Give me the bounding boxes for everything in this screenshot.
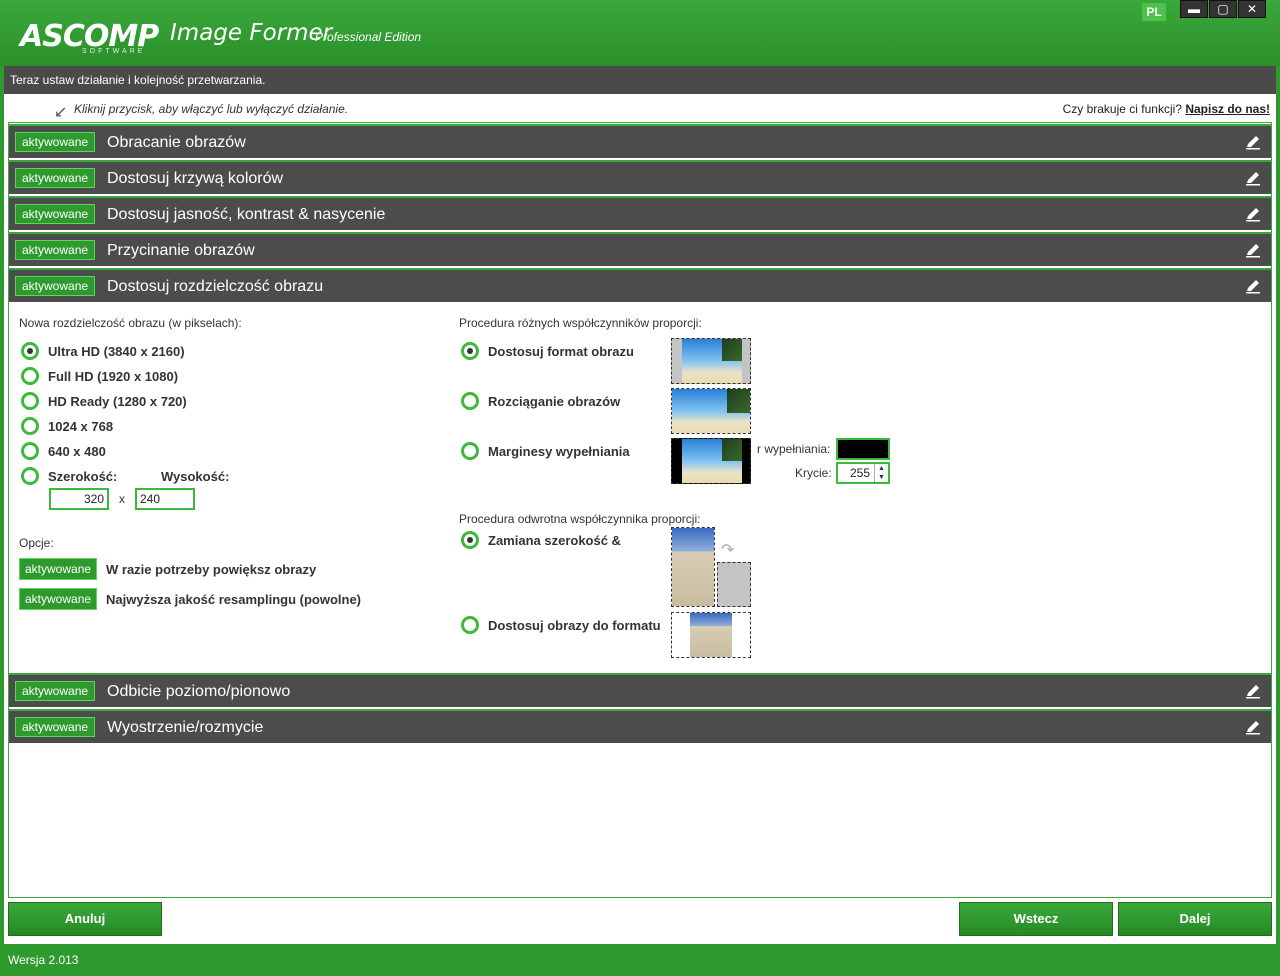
section-flip[interactable]: aktywowane Odbicie poziomo/pionowo (9, 673, 1271, 707)
edit-icon[interactable] (1245, 206, 1261, 222)
radio-swap[interactable] (461, 531, 479, 549)
enlarge-option: W razie potrzeby powiększ obrazy (106, 562, 317, 577)
activated-toggle[interactable]: aktywowane (15, 204, 96, 224)
spinner-arrows-icon[interactable]: ▲ ▼ (874, 464, 888, 482)
swap-arrow-icon: ↷ (721, 542, 735, 559)
width-field[interactable]: 320 (49, 488, 109, 510)
app-title: Image Former (170, 20, 333, 46)
action-list: aktywowane Obracanie obrazów aktywowane … (8, 122, 1272, 898)
minimize-button[interactable]: ▬ (1180, 0, 1208, 18)
section-title: Dostosuj rozdzielczość obrazu (107, 278, 324, 295)
section-title: Dostosuj jasność, kontrast & nasycenie (107, 206, 386, 223)
edit-icon[interactable] (1245, 134, 1261, 150)
radio-custom[interactable] (21, 467, 39, 485)
enlarge-toggle[interactable]: aktywowane (19, 558, 98, 580)
activated-toggle[interactable]: aktywowane (15, 132, 96, 152)
section-sharpen[interactable]: aktywowane Wyostrzenie/rozmycie (9, 709, 1271, 743)
radio-640[interactable] (21, 442, 39, 460)
ascomp-logo: ASCOMP SOFTWARE (20, 18, 159, 56)
preview-swap-portrait (671, 527, 715, 607)
radio-hd-ready[interactable] (21, 392, 39, 410)
option-640: 640 x 480 (48, 444, 106, 459)
opacity-label: Krycie: (795, 466, 832, 480)
close-button[interactable]: ✕ (1238, 0, 1266, 18)
radio-adjust-format[interactable] (461, 342, 479, 360)
version-label: Wersja 2.013 (8, 953, 79, 967)
preview-swap-landscape (717, 562, 751, 607)
title-bar: ASCOMP SOFTWARE Image Former Professiona… (0, 0, 1280, 66)
edit-icon[interactable] (1245, 719, 1261, 735)
language-button[interactable]: PL (1142, 3, 1166, 21)
maximize-button[interactable]: ▢ (1209, 0, 1237, 18)
preview-fill-margins (671, 438, 751, 484)
edit-icon[interactable] (1245, 683, 1261, 699)
radio-fit-format[interactable] (461, 616, 479, 634)
height-field[interactable]: 240 (135, 488, 195, 510)
section-title: Wyostrzenie/rozmycie (107, 719, 264, 736)
section-resolution[interactable]: aktywowane Dostosuj rozdzielczość obrazu (9, 268, 1271, 302)
section-title: Dostosuj krzywą kolorów (107, 170, 284, 187)
radio-1024[interactable] (21, 417, 39, 435)
fill-color-swatch[interactable] (836, 438, 890, 460)
option-stretch: Rozciąganie obrazów (488, 394, 621, 409)
option-1024: 1024 x 768 (48, 419, 114, 434)
missing-feature: Czy brakuje ci funkcji? Napisz do nas! (1063, 102, 1270, 116)
fill-color-label: r wypełniania: (757, 442, 831, 456)
section-rotate[interactable]: aktywowane Obracanie obrazów (9, 124, 1271, 158)
preview-fit-format (671, 612, 751, 658)
width-label: Szerokość: (48, 469, 118, 484)
resolution-settings: Nowa rozdzielczość obrazu (w pikselach):… (9, 304, 1271, 672)
times-sign: x (119, 492, 125, 506)
activated-toggle[interactable]: aktywowane (15, 240, 96, 260)
aspect-label: Procedura różnych współczynników proporc… (459, 316, 702, 330)
section-title: Przycinanie obrazów (107, 242, 255, 259)
resampling-toggle[interactable]: aktywowane (19, 588, 98, 610)
inverse-label: Procedura odwrotna współczynnika proporc… (459, 512, 701, 526)
hint-text: Kliknij przycisk, aby włączyć lub wyłącz… (74, 102, 349, 116)
preview-adjust-format (671, 338, 751, 384)
hint-arrow-icon: ↙ (54, 104, 68, 121)
radio-fill-margins[interactable] (461, 442, 479, 460)
options-label: Opcje: (19, 536, 54, 550)
activated-toggle[interactable]: aktywowane (15, 168, 96, 188)
activated-toggle[interactable]: aktywowane (15, 276, 96, 296)
option-fill-margins: Marginesy wypełniania (488, 444, 630, 459)
height-label: Wysokość: (161, 469, 230, 484)
back-button[interactable]: Wstecz (959, 902, 1113, 936)
section-brightness[interactable]: aktywowane Dostosuj jasność, kontrast & … (9, 196, 1271, 230)
radio-ultra-hd[interactable] (21, 342, 39, 360)
option-full-hd: Full HD (1920 x 1080) (48, 369, 179, 384)
edit-icon[interactable] (1245, 242, 1261, 258)
contact-link[interactable]: Napisz do nas! (1185, 102, 1270, 116)
radio-stretch[interactable] (461, 392, 479, 410)
edit-icon[interactable] (1245, 278, 1261, 294)
main-panel: ↙ Kliknij przycisk, aby włączyć lub wyłą… (4, 94, 1276, 944)
section-title: Obracanie obrazów (107, 134, 246, 151)
app-edition: Professional Edition (315, 30, 422, 44)
edit-icon[interactable] (1245, 170, 1261, 186)
opacity-field[interactable]: 255 ▲ ▼ (836, 462, 890, 484)
opacity-value: 255 (849, 466, 870, 480)
option-hd-ready: HD Ready (1280 x 720) (48, 394, 187, 409)
option-adjust-format: Dostosuj format obrazu (488, 344, 634, 359)
option-fit-format: Dostosuj obrazy do formatu (488, 618, 661, 633)
option-ultra-hd: Ultra HD (3840 x 2160) (48, 344, 185, 359)
section-color-curve[interactable]: aktywowane Dostosuj krzywą kolorów (9, 160, 1271, 194)
activated-toggle[interactable]: aktywowane (15, 681, 96, 701)
resolution-label: Nowa rozdzielczość obrazu (w pikselach): (19, 316, 242, 330)
next-button[interactable]: Dalej (1118, 902, 1272, 936)
preview-stretch (671, 388, 751, 434)
activated-toggle[interactable]: aktywowane (15, 717, 96, 737)
cancel-button[interactable]: Anuluj (8, 902, 162, 936)
section-crop[interactable]: aktywowane Przycinanie obrazów (9, 232, 1271, 266)
radio-full-hd[interactable] (21, 367, 39, 385)
instruction-bar: Teraz ustaw działanie i kolejność przetw… (4, 66, 1276, 94)
resampling-option: Najwyższa jakość resamplingu (powolne) (106, 592, 362, 607)
logo-subtext: SOFTWARE (82, 48, 146, 55)
section-title: Odbicie poziomo/pionowo (107, 683, 291, 700)
missing-feature-text: Czy brakuje ci funkcji? (1062, 102, 1182, 116)
option-swap: Zamiana szerokość & (488, 533, 621, 548)
